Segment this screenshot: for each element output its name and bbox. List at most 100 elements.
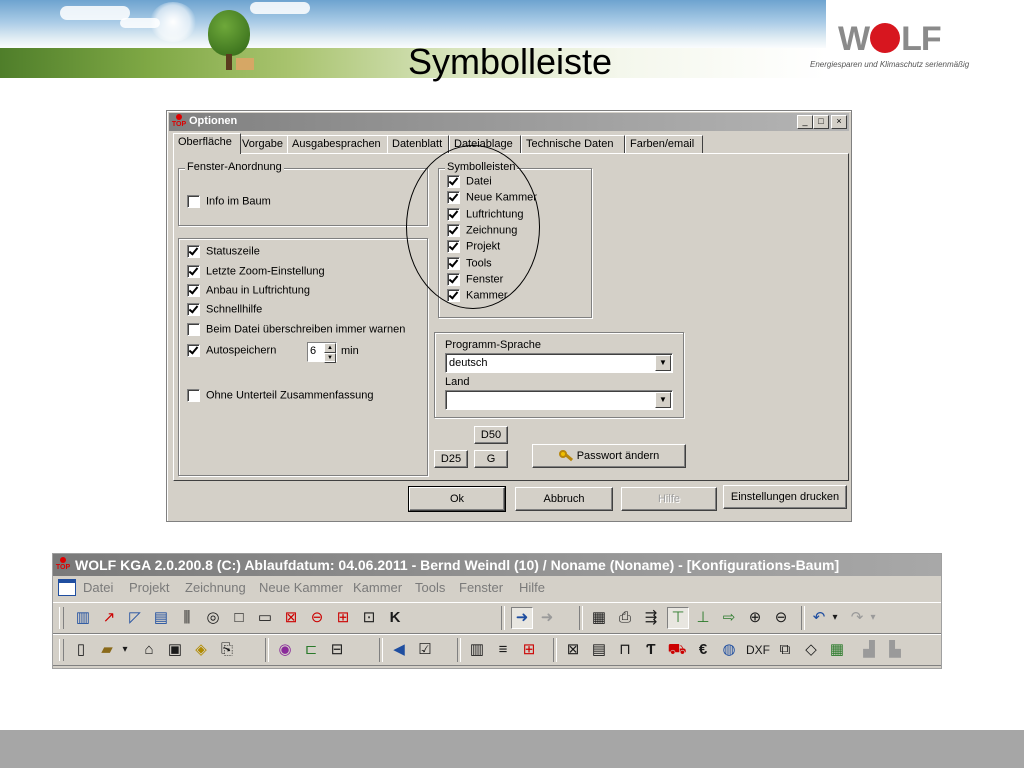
menu-fenster[interactable]: Fenster	[459, 580, 503, 595]
filter-icon[interactable]: ▤	[151, 608, 171, 628]
angle-icon[interactable]: ◸	[125, 608, 145, 628]
minimize-button[interactable]: _	[797, 115, 813, 129]
toolbar-grip[interactable]	[59, 639, 64, 661]
print-icon[interactable]: ⎙	[615, 608, 635, 628]
chevron-down-icon[interactable]: ▼	[655, 392, 671, 408]
hilfe-button[interactable]: Hilfe	[621, 487, 717, 511]
fan-icon[interactable]: ◎	[203, 608, 223, 628]
unit-icon[interactable]: ⊞	[519, 640, 539, 660]
color-grid-icon[interactable]: ▦	[827, 640, 847, 660]
speaker-icon[interactable]: ◀	[389, 640, 409, 660]
zoom-in-icon[interactable]: ⊕	[745, 608, 765, 628]
info-im-baum-checkbox[interactable]: Info im Baum	[187, 195, 271, 209]
passwort-aendern-button[interactable]: Passwort ändern	[532, 444, 686, 468]
euro-icon[interactable]: €	[693, 640, 713, 660]
structure-icon[interactable]: ⊠	[563, 640, 583, 660]
page-icon[interactable]: ▤	[589, 640, 609, 660]
checklist-icon[interactable]: ☑	[415, 640, 435, 660]
g-button[interactable]: G	[474, 450, 508, 468]
documents-icon[interactable]: ⧉	[775, 640, 795, 660]
save-all-icon[interactable]: ◈	[191, 640, 211, 660]
home-icon[interactable]: ⌂	[139, 640, 159, 660]
color-cube-icon[interactable]: ◉	[275, 640, 295, 660]
checkbox-box[interactable]	[187, 389, 200, 402]
eraser-icon[interactable]: ◇	[801, 640, 821, 660]
menu-hilfe[interactable]: Hilfe	[519, 580, 545, 595]
column-icon[interactable]: ▥	[73, 608, 93, 628]
dxf-export-icon[interactable]: DXF	[745, 640, 771, 660]
window-icon[interactable]: ⊟	[327, 640, 347, 660]
datei-ueberschreiben-checkbox[interactable]: Beim Datei überschreiben immer warnen	[187, 323, 405, 337]
d50-button[interactable]: D50	[474, 426, 508, 444]
document-table-icon[interactable]: ▥	[467, 640, 487, 660]
tab-technische-daten[interactable]: Technische Daten	[521, 135, 625, 153]
save-icon[interactable]: ▣	[165, 640, 185, 660]
menu-neue-kammer[interactable]: Neue Kammer	[259, 580, 343, 595]
menu-zeichnung[interactable]: Zeichnung	[185, 580, 246, 595]
arrow-right-icon[interactable]: ➜	[537, 608, 557, 628]
checkbox-box[interactable]	[187, 323, 200, 336]
einstellungen-drucken-button[interactable]: Einstellungen drucken	[723, 485, 847, 509]
checkbox-box[interactable]	[187, 344, 200, 357]
undo-icon[interactable]: ↶	[809, 608, 829, 628]
tree-bottom-icon[interactable]: ⊥	[693, 608, 713, 628]
k-section-icon[interactable]: K	[385, 608, 405, 628]
land-select[interactable]: ▼	[445, 390, 673, 410]
checkbox-box[interactable]	[187, 195, 200, 208]
open-dropdown-icon[interactable]: ▾	[119, 640, 131, 660]
align-right-icon[interactable]: ▙	[885, 640, 905, 660]
copy-icon[interactable]: ⎘	[217, 640, 237, 660]
tree-top-icon[interactable]: ⊤	[667, 607, 689, 629]
wolf-list-icon[interactable]: ≡	[493, 640, 513, 660]
menu-kammer[interactable]: Kammer	[353, 580, 402, 595]
anbau-luftrichtung-checkbox[interactable]: Anbau in Luftrichtung	[187, 284, 310, 298]
d25-button[interactable]: D25	[434, 450, 468, 468]
view-icon[interactable]: ▦	[589, 608, 609, 628]
stepper-arrows[interactable]: ▲ ▼	[324, 343, 336, 363]
letzte-zoom-checkbox[interactable]: Letzte Zoom-Einstellung	[187, 265, 325, 279]
abbruch-button[interactable]: Abbruch	[515, 487, 613, 511]
checkbox-box[interactable]	[187, 245, 200, 258]
statuszeile-checkbox[interactable]: Statuszeile	[187, 245, 260, 259]
export-icon[interactable]: ⇨	[719, 608, 739, 628]
dialog-titlebar[interactable]: TOP Optionen _ □ ×	[169, 113, 849, 131]
schnellhilfe-checkbox[interactable]: Schnellhilfe	[187, 303, 262, 317]
open-folder-icon[interactable]: ▰	[97, 640, 117, 660]
tab-oberflaeche[interactable]: Oberfläche	[173, 133, 241, 154]
align-left-icon[interactable]: ▟	[859, 640, 879, 660]
arrow-right-active-icon[interactable]: ➜	[511, 607, 533, 629]
text-icon[interactable]: Ƭ	[641, 640, 661, 660]
tab-ausgabesprachen[interactable]: Ausgabesprachen	[287, 135, 389, 153]
empty-section-icon[interactable]: □	[229, 608, 249, 628]
register-icon[interactable]: ⫼	[177, 608, 197, 628]
damper-icon[interactable]: ▭	[255, 608, 275, 628]
redo-icon[interactable]: ↷	[847, 608, 867, 628]
autosave-interval-stepper[interactable]: 6 ▲ ▼	[307, 342, 337, 363]
heat-exchanger-icon[interactable]: ⊠	[281, 608, 301, 628]
menu-datei[interactable]: Datei	[83, 580, 113, 595]
stepper-up-icon[interactable]: ▲	[324, 343, 336, 353]
ohne-unterteil-checkbox[interactable]: Ohne Unterteil Zusammenfassung	[187, 389, 374, 403]
programm-sprache-select[interactable]: deutsch ▼	[445, 353, 673, 373]
chevron-down-icon[interactable]: ▼	[655, 355, 671, 371]
eye-icon[interactable]: ◍	[719, 640, 739, 660]
stepper-down-icon[interactable]: ▼	[324, 353, 336, 363]
tab-vorgabe[interactable]: Vorgabe	[237, 135, 289, 153]
tab-farben-email[interactable]: Farben/email	[625, 135, 703, 153]
draw-line-icon[interactable]: ↗	[99, 608, 119, 628]
ok-button[interactable]: Ok	[408, 486, 506, 512]
menu-projekt[interactable]: Projekt	[129, 580, 169, 595]
pump-icon[interactable]: ⊖	[307, 608, 327, 628]
tab-datenblatt[interactable]: Datenblatt	[387, 135, 449, 153]
silencer-icon[interactable]: ⊡	[359, 608, 379, 628]
undo-dropdown-icon[interactable]: ▾	[829, 608, 841, 628]
new-file-icon[interactable]: ▯	[71, 640, 91, 660]
checkbox-box[interactable]	[187, 265, 200, 278]
menu-tools[interactable]: Tools	[415, 580, 445, 595]
window-menu-icon[interactable]	[58, 579, 76, 596]
checkbox-box[interactable]	[187, 303, 200, 316]
toolbar-grip[interactable]	[59, 607, 64, 629]
checkbox-box[interactable]	[187, 284, 200, 297]
autospeichern-checkbox[interactable]: Autospeichern	[187, 344, 276, 358]
coil-icon[interactable]: ⊞	[333, 608, 353, 628]
